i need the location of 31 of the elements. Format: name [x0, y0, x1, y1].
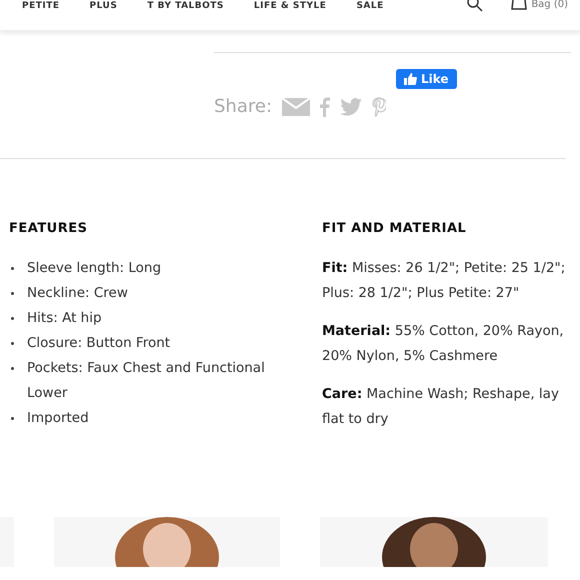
bullet-icon [11, 417, 14, 420]
nav-link[interactable]: PETITE [22, 1, 60, 11]
nav-link[interactable]: PLUS [90, 1, 118, 11]
material-text: Fit: Misses: 26 1/2"; Petite: 25 1/2"; Plus: 28 1/2"; Plus Petite: 27" [322, 259, 566, 303]
nav-link[interactable]: SALE [356, 1, 384, 11]
bullet-icon [11, 267, 14, 270]
facebook-icon[interactable] [320, 96, 330, 116]
nav-link[interactable]: LIFE & STYLE [254, 1, 326, 11]
feature-text: Closure: Button Front [27, 334, 170, 353]
feature-text: Sleeve length: Long [27, 259, 162, 278]
bag-icon [511, 0, 528, 10]
thumbs-up-icon [404, 73, 418, 85]
section-heading: FIT AND MATERIAL [322, 221, 468, 236]
bullet-icon [11, 367, 14, 370]
feature-text: Imported [27, 409, 89, 428]
section-heading: FEATURES [9, 221, 88, 236]
material-text: Material: 55% Cotton, 20% Rayon, 20% Nylon, 5% Cashmere [322, 322, 565, 366]
nav-link[interactable]: T BY TALBOTS [147, 1, 224, 11]
mail-icon[interactable] [282, 98, 310, 116]
twitter-icon[interactable] [340, 98, 362, 116]
pinterest-icon[interactable] [372, 96, 386, 116]
bullet-icon [11, 342, 14, 345]
feature-text: Pockets: Faux Chest and Functional Lower [27, 359, 266, 403]
feature-text: Hits: At hip [27, 309, 102, 328]
feature-text: Neckline: Crew [27, 284, 128, 303]
bullet-icon [11, 292, 14, 295]
share-label: Share: [214, 96, 272, 117]
bullet-icon [11, 317, 14, 320]
material-text: Care: Machine Wash; Reshape, lay flat to dry [322, 385, 560, 429]
search-icon[interactable] [467, 0, 484, 12]
like-button[interactable]: Like [396, 69, 457, 89]
